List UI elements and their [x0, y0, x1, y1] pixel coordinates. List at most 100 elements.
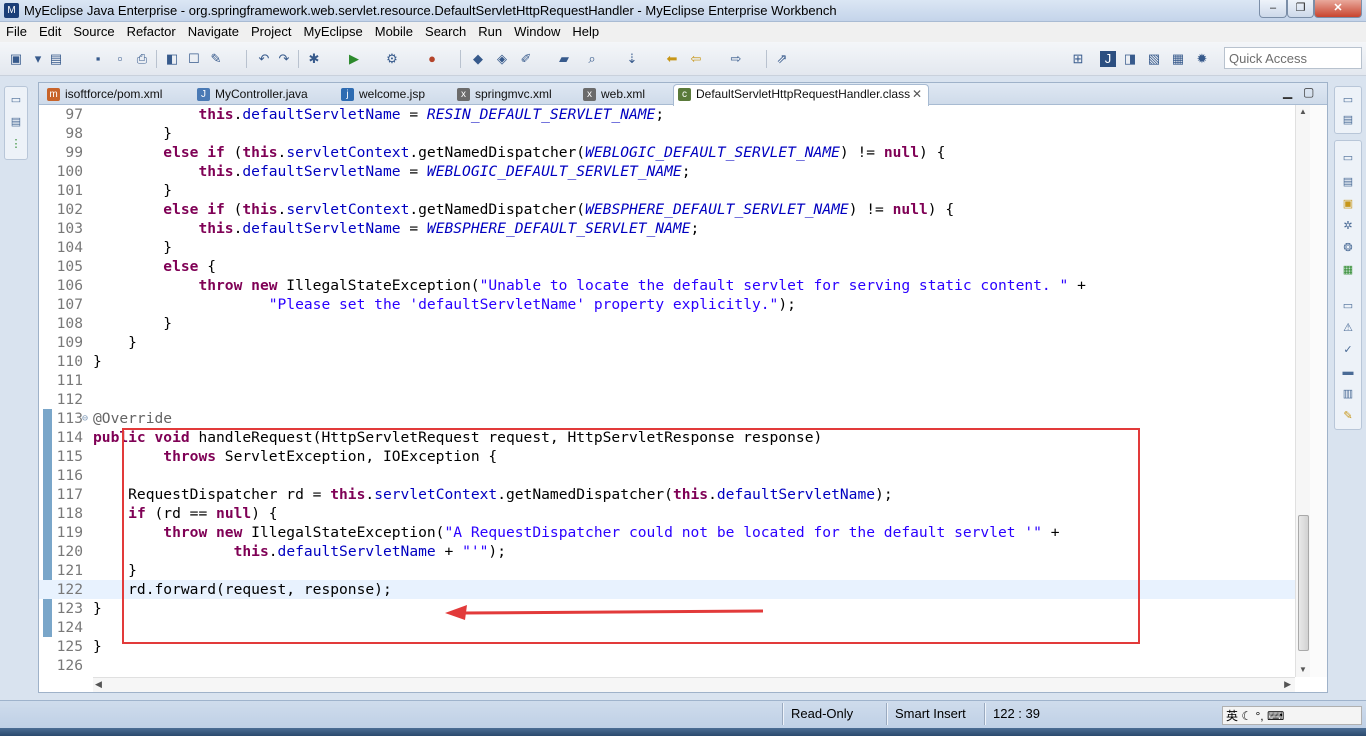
menu-run[interactable]: Run: [472, 22, 508, 39]
console-icon[interactable]: ▤: [1341, 175, 1355, 189]
javadoc-icon[interactable]: ▬: [1341, 365, 1355, 379]
code-line[interactable]: 126: [39, 656, 1295, 675]
code-line[interactable]: 105 else {: [39, 257, 1295, 276]
back-icon[interactable]: ⇦: [688, 51, 704, 67]
maximize-button[interactable]: ❐: [1287, 0, 1314, 18]
declaration-icon[interactable]: ▥: [1341, 387, 1355, 401]
server-icon[interactable]: ⚙: [384, 51, 400, 67]
code-line[interactable]: 113 ⊖ @Override: [39, 409, 1295, 428]
vertical-scrollbar[interactable]: ▲ ▼: [1295, 105, 1310, 677]
db-browser-icon[interactable]: ▦: [1341, 263, 1355, 277]
run-icon[interactable]: ▶: [346, 51, 362, 67]
tab-mycontroller-java[interactable]: J MyController.java: [193, 85, 308, 105]
open-perspective-icon[interactable]: ◆: [470, 51, 486, 67]
maximize-editor-icon[interactable]: ▢: [1303, 85, 1314, 99]
code-line[interactable]: 99 else if (this.servletContext.getNamed…: [39, 143, 1295, 162]
open-type-icon[interactable]: ◧: [164, 51, 180, 67]
close-tab-icon[interactable]: ✕: [912, 87, 922, 101]
code-line[interactable]: 102 else if (this.servletContext.getName…: [39, 200, 1295, 219]
scroll-down-icon[interactable]: ▼: [1299, 665, 1307, 674]
pin-icon[interactable]: ⇣: [624, 51, 640, 67]
menu-project[interactable]: Project: [245, 22, 297, 39]
code-line[interactable]: 98 }: [39, 124, 1295, 143]
outline-icon[interactable]: ▤: [1341, 113, 1355, 127]
save-icon[interactable]: ▪: [90, 51, 106, 67]
pin-editor-icon[interactable]: ⇗: [774, 51, 790, 67]
hierarchy-icon[interactable]: ⋮: [9, 137, 23, 151]
myeclipse-perspective-icon[interactable]: ◨: [1122, 51, 1138, 67]
web-service-icon[interactable]: ◈: [494, 51, 510, 67]
tab-pom-xml[interactable]: m isoftforce/pom.xml: [43, 85, 162, 105]
restore-icon[interactable]: ▭: [9, 93, 23, 107]
keyboard-icon[interactable]: ⌨: [1267, 709, 1284, 723]
scroll-left-icon[interactable]: ◀: [95, 679, 102, 690]
folder-icon[interactable]: ▰: [556, 51, 572, 67]
minimize-button[interactable]: ‒: [1259, 0, 1287, 18]
next-annotation-icon[interactable]: ↷: [276, 51, 292, 67]
restore-icon[interactable]: ▭: [1341, 93, 1355, 107]
code-line[interactable]: 111: [39, 371, 1295, 390]
deploy-icon[interactable]: ●: [424, 51, 440, 67]
problems-icon[interactable]: ⚠: [1341, 321, 1355, 335]
code-line[interactable]: 108 }: [39, 314, 1295, 333]
java-perspective-icon[interactable]: J: [1100, 51, 1116, 67]
fold-toggle-icon[interactable]: ⊖: [82, 409, 88, 428]
code-line[interactable]: 103 this.defaultServletName = WEBSPHERE_…: [39, 219, 1295, 238]
code-line[interactable]: 109 }: [39, 333, 1295, 352]
print-icon[interactable]: ⎙: [134, 51, 150, 67]
tasks-icon[interactable]: ✓: [1341, 343, 1355, 357]
open-perspective-button-icon[interactable]: ⊞: [1070, 51, 1086, 67]
code-line[interactable]: 112: [39, 390, 1295, 409]
menu-edit[interactable]: Edit: [33, 22, 67, 39]
code-line[interactable]: 107 "Please set the 'defaultServletName'…: [39, 295, 1295, 314]
forward-icon[interactable]: ⇨: [728, 51, 744, 67]
package-explorer-icon[interactable]: ▤: [9, 115, 23, 129]
new-icon[interactable]: ▣: [8, 51, 24, 67]
db-perspective-icon[interactable]: ▦: [1170, 51, 1186, 67]
horizontal-scrollbar[interactable]: ◀ ▶: [93, 677, 1295, 692]
ime-punct-icon[interactable]: °,: [1255, 709, 1263, 723]
close-button[interactable]: ✕: [1314, 0, 1362, 18]
code-line[interactable]: 110}: [39, 352, 1295, 371]
menu-file[interactable]: File: [0, 22, 33, 39]
minimize-editor-icon[interactable]: ▁: [1283, 85, 1292, 99]
pen-icon[interactable]: ✐: [518, 51, 534, 67]
tab-defaultservlethttprequesthandler-class[interactable]: c DefaultServletHttpRequestHandler.class…: [673, 84, 929, 106]
menu-refactor[interactable]: Refactor: [121, 22, 182, 39]
menu-navigate[interactable]: Navigate: [182, 22, 245, 39]
menu-source[interactable]: Source: [67, 22, 120, 39]
scroll-up-icon[interactable]: ▲: [1299, 107, 1307, 116]
search-icon[interactable]: ⌕: [584, 51, 600, 67]
tab-springmvc-xml[interactable]: x springmvc.xml: [453, 85, 552, 105]
new-project-icon[interactable]: ▤: [48, 51, 64, 67]
menu-window[interactable]: Window: [508, 22, 566, 39]
overview-ruler[interactable]: [1310, 105, 1327, 677]
prev-annotation-icon[interactable]: ↶: [256, 51, 272, 67]
ime-mode[interactable]: 英: [1226, 709, 1238, 723]
dropdown-arrow-icon[interactable]: ▾: [30, 51, 46, 67]
save-all-icon[interactable]: ▫: [112, 51, 128, 67]
code-line[interactable]: 97 this.defaultServletName = RESIN_DEFAU…: [39, 105, 1295, 124]
code-line[interactable]: 106 throw new IllegalStateException("Una…: [39, 276, 1295, 295]
debug-icon[interactable]: ✱: [306, 51, 322, 67]
menu-mobile[interactable]: Mobile: [369, 22, 419, 39]
ime-moon-icon[interactable]: ☾: [1241, 709, 1252, 723]
image-perspective-icon[interactable]: ▧: [1146, 51, 1162, 67]
ime-toolbar[interactable]: 英 ☾ °, ⌨: [1222, 706, 1362, 725]
debug-perspective-icon[interactable]: ✹: [1194, 51, 1210, 67]
progress-icon[interactable]: ✎: [1341, 409, 1355, 423]
tab-welcome-jsp[interactable]: j welcome.jsp: [337, 85, 425, 105]
code-line[interactable]: 101 }: [39, 181, 1295, 200]
code-line[interactable]: 100 this.defaultServletName = WEBLOGIC_D…: [39, 162, 1295, 181]
wrench-icon[interactable]: ✎: [208, 51, 224, 67]
last-edit-icon[interactable]: ⬅: [664, 51, 680, 67]
menu-search[interactable]: Search: [419, 22, 472, 39]
servers-icon[interactable]: ▣: [1341, 197, 1355, 211]
menu-myeclipse[interactable]: MyEclipse: [297, 22, 368, 39]
scroll-right-icon[interactable]: ▶: [1284, 679, 1291, 690]
vertical-scroll-thumb[interactable]: [1298, 515, 1309, 651]
tab-web-xml[interactable]: x web.xml: [579, 85, 645, 105]
code-editor[interactable]: 97 this.defaultServletName = RESIN_DEFAU…: [39, 105, 1295, 677]
snippets-icon[interactable]: ❂: [1341, 241, 1355, 255]
restore-icon[interactable]: ▭: [1341, 151, 1355, 165]
